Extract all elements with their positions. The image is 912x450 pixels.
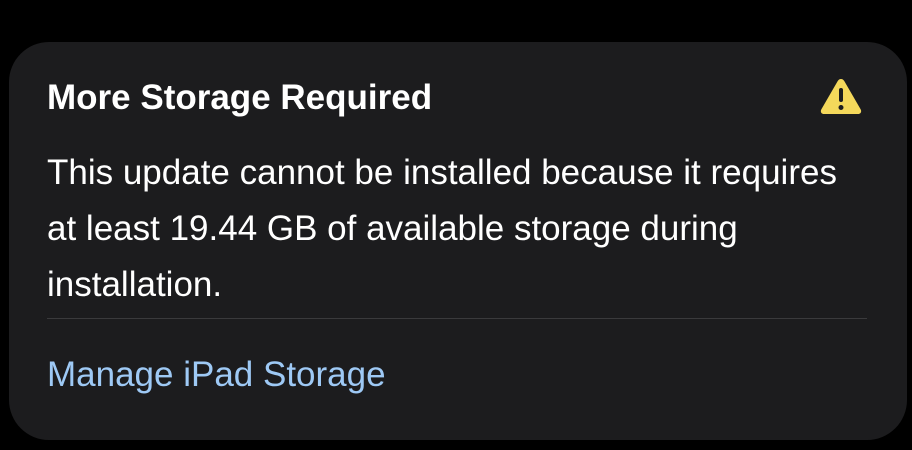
manage-ipad-storage-button[interactable]: Manage iPad Storage xyxy=(47,353,386,397)
divider xyxy=(47,318,867,319)
alert-title: More Storage Required xyxy=(47,78,433,117)
alert-message: This update cannot be installed because … xyxy=(47,153,837,304)
storage-alert-card: More Storage Required This update cannot… xyxy=(9,42,907,440)
warning-triangle-icon xyxy=(819,76,863,116)
